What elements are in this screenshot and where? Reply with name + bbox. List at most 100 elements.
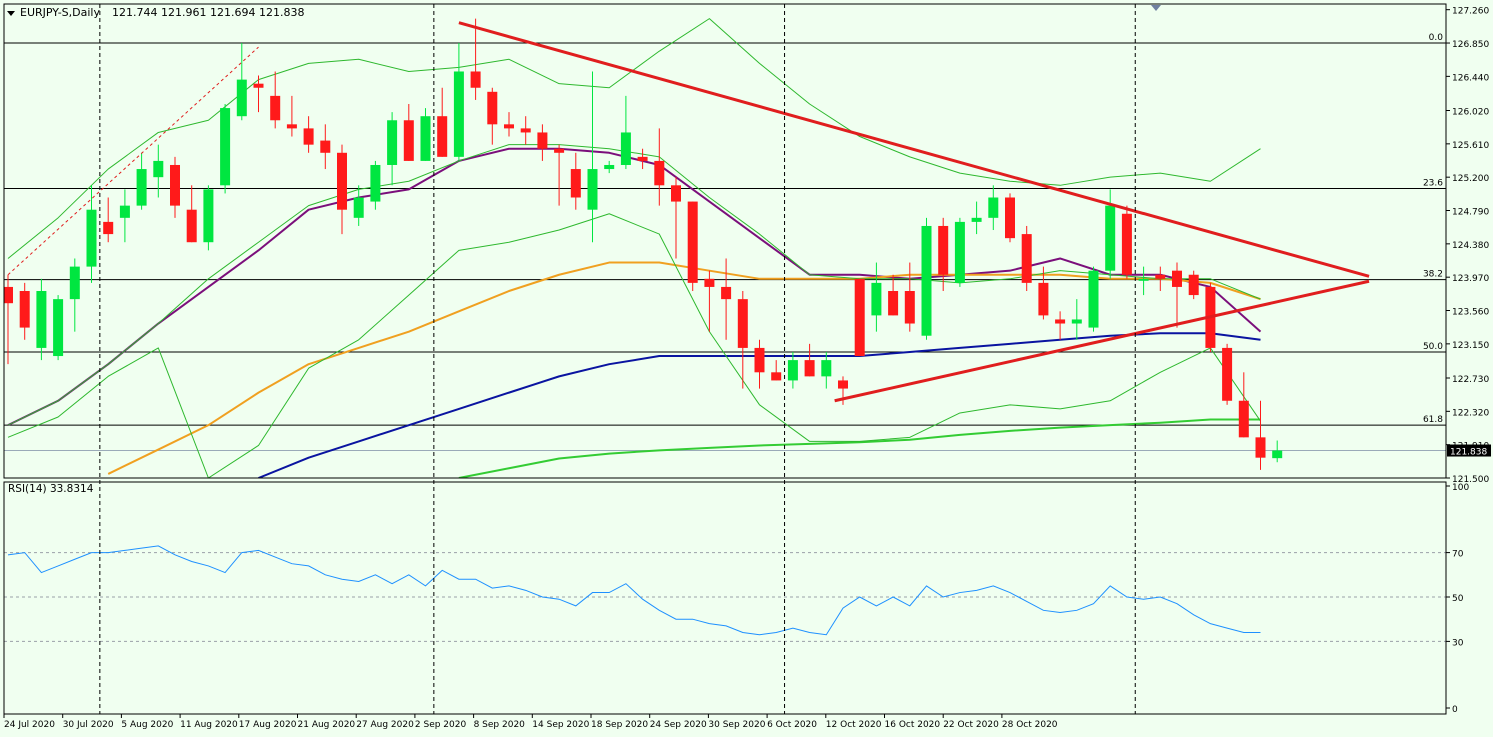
symbol-label: EURJPY-S,Daily [20, 6, 100, 19]
candle-body [687, 201, 698, 283]
candle-body [487, 91, 498, 125]
price-axis-label: 123.970 [1452, 274, 1489, 284]
price-axis-label: 126.020 [1452, 108, 1489, 118]
candle-body [203, 189, 214, 243]
time-axis-label: 14 Sep 2020 [532, 720, 589, 730]
candle-body [437, 116, 448, 157]
time-axis-label: 30 Sep 2020 [708, 720, 765, 730]
candle-body [1038, 282, 1049, 316]
price-axis-label: 124.380 [1452, 241, 1489, 251]
candle-body [1222, 347, 1233, 401]
candle-body [320, 140, 331, 153]
candle-body [1155, 274, 1166, 279]
time-axis-label: 16 Oct 2020 [885, 720, 941, 730]
candle-body [904, 291, 915, 324]
price-axis-label: 122.730 [1452, 375, 1489, 385]
candle-body [186, 209, 197, 243]
candle-body [988, 197, 999, 218]
time-axis-label: 28 Oct 2020 [1002, 720, 1058, 730]
candle-body [554, 148, 565, 153]
price-axis-label: 126.440 [1452, 73, 1489, 83]
time-axis-label: 21 Aug 2020 [298, 720, 356, 730]
time-axis-label: 5 Aug 2020 [121, 720, 173, 730]
candle-body [721, 286, 732, 300]
candle-body [370, 164, 381, 202]
candle-body [871, 282, 882, 316]
candle-body [1138, 278, 1149, 281]
candle-body [453, 71, 464, 157]
candle-body [771, 372, 782, 381]
candle-body [403, 120, 414, 161]
candle-body [570, 169, 581, 198]
time-axis-label: 22 Oct 2020 [943, 720, 999, 730]
candle-body [954, 221, 965, 283]
candle-body [286, 124, 297, 129]
candle-body [1255, 437, 1266, 458]
price-axis-label: 123.560 [1452, 308, 1489, 318]
time-axis-label: 27 Aug 2020 [356, 720, 414, 730]
candle-body [1188, 274, 1199, 296]
candle-body [136, 169, 147, 206]
candle-body [119, 205, 130, 218]
candle-body [170, 164, 180, 206]
candle-body [303, 128, 314, 145]
chart-canvas: 0.0 23.6 38.2 50.0 61.8 127.260 126.850 126.44… [0, 0, 1493, 737]
price-axis-label: 123.150 [1452, 341, 1489, 351]
time-axis-label: 24 Sep 2020 [650, 720, 707, 730]
candle-body [587, 169, 598, 210]
rsi-axis-label: 100 [1452, 483, 1469, 493]
candle-body [36, 291, 47, 348]
rsi-axis-label: 30 [1452, 638, 1464, 648]
candle-body [1272, 450, 1283, 459]
price-axis-label: 124.790 [1452, 208, 1489, 218]
price-axis-label: 127.260 [1452, 7, 1489, 17]
rsi-axis-label: 50 [1452, 594, 1464, 604]
candle-body [253, 83, 264, 88]
candle-body [69, 266, 80, 300]
candle-body [1105, 205, 1116, 271]
candle-body [1238, 400, 1249, 438]
fib-level-label: 50.0 [1423, 342, 1443, 352]
price-axis-label: 125.610 [1452, 141, 1489, 151]
candle-body [804, 360, 815, 377]
time-axis-label: 18 Sep 2020 [591, 720, 648, 730]
time-axis-label: 11 Aug 2020 [180, 720, 238, 730]
candle-body [1005, 197, 1015, 239]
price-axis-label: 125.200 [1452, 174, 1489, 184]
candle-body [504, 124, 514, 129]
time-axis-label: 8 Sep 2020 [474, 720, 526, 730]
candle-body [236, 79, 247, 117]
candle-body [604, 164, 615, 170]
rsi-axis-label: 70 [1452, 550, 1464, 560]
candle-body [86, 209, 97, 267]
candle-body [337, 152, 347, 210]
candle-body [353, 197, 364, 218]
candle-body [387, 120, 398, 165]
candle-body [620, 132, 631, 165]
time-axis-label: 17 Aug 2020 [239, 720, 297, 730]
candle-body [470, 71, 481, 88]
candle-body [1172, 270, 1182, 287]
candle-body [921, 225, 932, 336]
candle-body [19, 291, 30, 328]
rsi-label: RSI(14) 33.8314 [8, 483, 94, 495]
candle-body [1071, 319, 1082, 324]
candle-body [754, 347, 765, 373]
candle-body [420, 116, 431, 161]
candle-body [654, 160, 665, 186]
candle-body [671, 185, 681, 202]
candle-body [704, 278, 715, 287]
price-axis-label: 122.320 [1452, 408, 1489, 418]
candle-body [787, 360, 798, 381]
candle-body [153, 160, 164, 178]
price-axis-label: 126.850 [1452, 40, 1489, 50]
candle-body [888, 291, 899, 316]
candle-body [854, 278, 865, 357]
candle-body [821, 360, 832, 377]
candle-body [737, 299, 748, 348]
time-axis-label: 24 Jul 2020 [4, 720, 55, 730]
fib-level-label: 23.6 [1423, 179, 1443, 189]
time-axis-label: 12 Oct 2020 [826, 720, 882, 730]
candle-body [220, 108, 231, 186]
fib-level-label: 61.8 [1423, 415, 1443, 425]
